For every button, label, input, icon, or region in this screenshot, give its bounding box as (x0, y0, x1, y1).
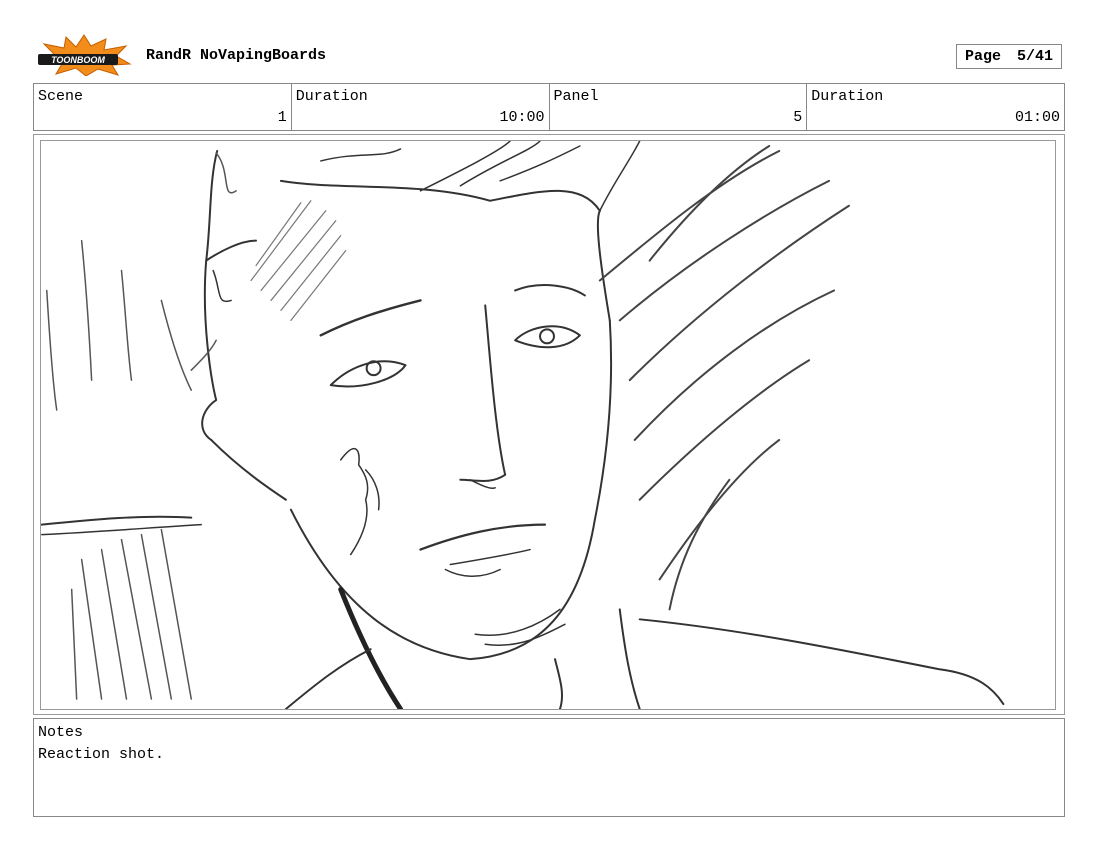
scene-duration-value: 10:00 (499, 109, 545, 126)
notes-box: Notes Reaction shot. (33, 718, 1065, 817)
panel-cell: Panel 5 (550, 84, 808, 130)
scene-duration-cell: Duration 10:00 (292, 84, 550, 130)
notes-text: Reaction shot. (38, 746, 165, 763)
panel-duration-value: 01:00 (1014, 109, 1060, 126)
scene-value: 1 (277, 109, 287, 126)
logo-text: TOONBOOM (51, 55, 105, 65)
sketch-drawing (41, 141, 1005, 709)
scene-label: Scene (38, 88, 84, 105)
panel-label: Panel (553, 88, 599, 105)
project-title: RandR NoVapingBoards (146, 47, 327, 64)
logo-burst-icon: TOONBOOM (38, 34, 132, 77)
page-number: 5/41 (1017, 48, 1054, 65)
scene-duration-label: Duration (295, 88, 368, 105)
panel-duration-label: Duration (811, 88, 884, 105)
scene-cell: Scene 1 (34, 84, 292, 130)
toonboom-logo: TOONBOOM (36, 34, 132, 77)
panel-value: 5 (793, 109, 803, 126)
page-label: Page (964, 48, 1001, 65)
page-indicator: Page 5/41 (956, 44, 1062, 69)
panel-duration-cell: Duration 01:00 (807, 84, 1064, 130)
panel-image (40, 140, 1056, 710)
panel-frame (33, 134, 1065, 715)
info-row: Scene 1 Duration 10:00 Panel 5 Duration … (33, 83, 1065, 131)
notes-label: Notes (38, 724, 84, 741)
